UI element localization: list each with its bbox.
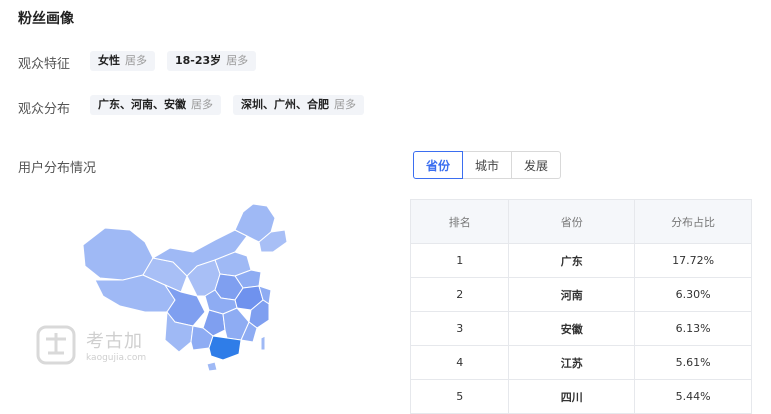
distribution-label: 观众分布	[18, 102, 71, 117]
header-province: 省份	[508, 199, 636, 244]
tag-value: 女性	[98, 54, 120, 67]
watermark: 考古加 kaogujia.com	[36, 325, 146, 369]
tag-value: 深圳、广州、合肥	[241, 98, 329, 111]
tag-note: 居多	[125, 54, 147, 67]
cell-rank: 4	[409, 345, 510, 380]
tab-city[interactable]: 城市	[463, 151, 513, 179]
cell-province: 四川	[508, 379, 636, 414]
feature-tag-gender: 女性 居多	[90, 51, 155, 71]
cell-province: 河南	[508, 277, 636, 312]
cell-rank: 3	[409, 311, 510, 346]
cell-share: 17.72%	[634, 243, 752, 278]
page-title: 粉丝画像	[18, 11, 74, 27]
header-rank: 排名	[409, 199, 510, 244]
distribution-tag-provinces: 广东、河南、安徽 居多	[90, 95, 221, 115]
tab-province[interactable]: 省份	[413, 151, 464, 179]
province-ranking-table: 排名 省份 分布占比 1 广东 17.72% 2 河南 6.30% 3 安徽 6…	[409, 199, 752, 414]
cell-rank: 1	[409, 243, 510, 278]
table-row: 3 安徽 6.13%	[409, 311, 752, 346]
tag-note: 居多	[334, 98, 356, 111]
tag-note: 居多	[191, 98, 213, 111]
table-row: 1 广东 17.72%	[409, 243, 752, 278]
tag-note: 居多	[226, 54, 249, 67]
feature-tag-age: 18-23岁 居多	[167, 51, 257, 71]
table-header-row: 排名 省份 分布占比	[409, 199, 752, 244]
cell-rank: 2	[409, 277, 510, 312]
tag-value: 广东、河南、安徽	[98, 98, 186, 111]
cell-province: 安徽	[508, 311, 636, 346]
table-row: 5 四川 5.44%	[409, 379, 752, 414]
cell-share: 6.13%	[634, 311, 752, 346]
watermark-text: 考古加	[86, 331, 143, 352]
cell-rank: 5	[409, 379, 510, 414]
cell-province: 广东	[508, 243, 636, 278]
kaogujia-logo-icon	[36, 325, 76, 365]
table-row: 4 江苏 5.61%	[409, 345, 752, 380]
user-distribution-label: 用户分布情况	[18, 161, 97, 176]
features-label: 观众特征	[18, 57, 71, 72]
table-row: 2 河南 6.30%	[409, 277, 752, 312]
distribution-tag-cities: 深圳、广州、合肥 居多	[233, 95, 364, 115]
cell-share: 5.61%	[634, 345, 752, 380]
tab-development[interactable]: 发展	[512, 151, 562, 179]
distribution-tabs: 省份 城市 发展	[413, 151, 562, 179]
cell-share: 6.30%	[634, 277, 752, 312]
header-share: 分布占比	[634, 199, 752, 244]
tag-value: 18-23岁	[175, 54, 222, 67]
cell-province: 江苏	[508, 345, 636, 380]
cell-share: 5.44%	[634, 379, 752, 414]
watermark-subtext: kaogujia.com	[86, 353, 147, 363]
